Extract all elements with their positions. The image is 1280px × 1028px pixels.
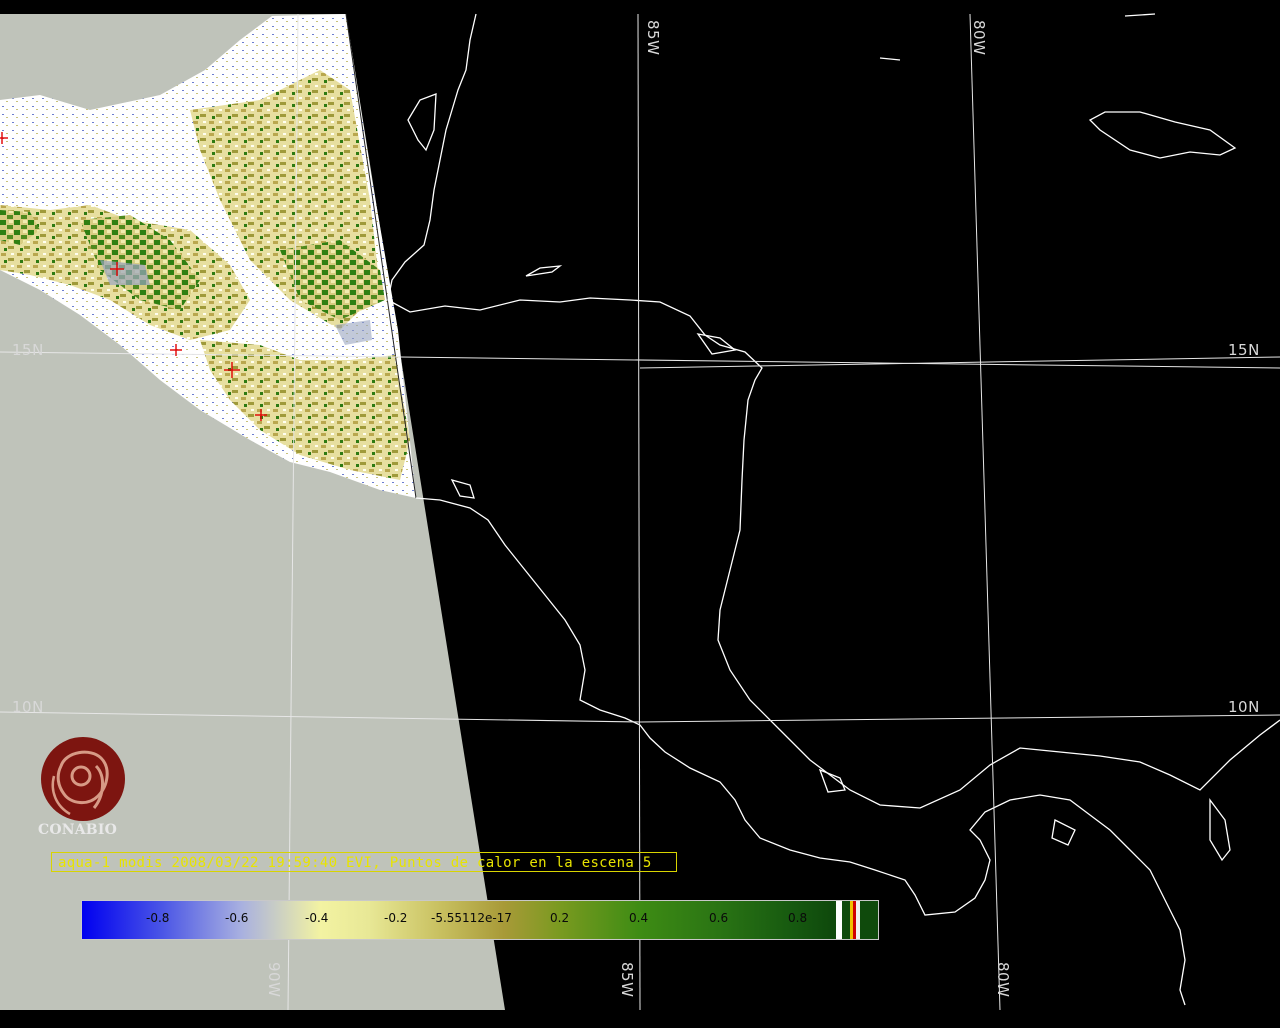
latitude-label-right: 10N — [1228, 698, 1260, 716]
latitude-label-left: 10N — [12, 698, 44, 716]
colorbar-tick: -0.8 — [146, 911, 170, 925]
colorbar-tick: -0.4 — [305, 911, 329, 925]
colorbar-special-swatches — [836, 901, 860, 939]
colorbar-tick: 0.6 — [709, 911, 729, 925]
scene-caption: aqua-1 modis 2008/03/22 19:59:40 EVI, Pu… — [51, 852, 677, 872]
longitude-label-bottom: 85W — [618, 962, 636, 998]
satellite-map: 15N 15N 10N 10N 85W 80W 90W 85W 80W CONA… — [0, 0, 1280, 1024]
colorbar-tick: 0.2 — [550, 911, 570, 925]
latitude-label-right: 15N — [1228, 341, 1260, 359]
colorbar-tick: 0.4 — [629, 911, 649, 925]
colorbar-tick: -5.55112e-17 — [431, 911, 512, 925]
longitude-label-top: 80W — [970, 20, 988, 56]
colorbar-tick: -0.2 — [384, 911, 408, 925]
colorbar: -0.8 -0.6 -0.4 -0.2 -5.55112e-17 0.2 0.4… — [81, 900, 879, 940]
logo-text: CONABIO — [38, 822, 117, 838]
colorbar-tick: 0.8 — [788, 911, 808, 925]
longitude-label-top: 85W — [644, 20, 662, 56]
latitude-label-left: 15N — [12, 341, 44, 359]
longitude-label-bottom: 80W — [994, 962, 1012, 998]
colorbar-tick: -0.6 — [225, 911, 249, 925]
longitude-label-bottom: 90W — [265, 962, 283, 998]
